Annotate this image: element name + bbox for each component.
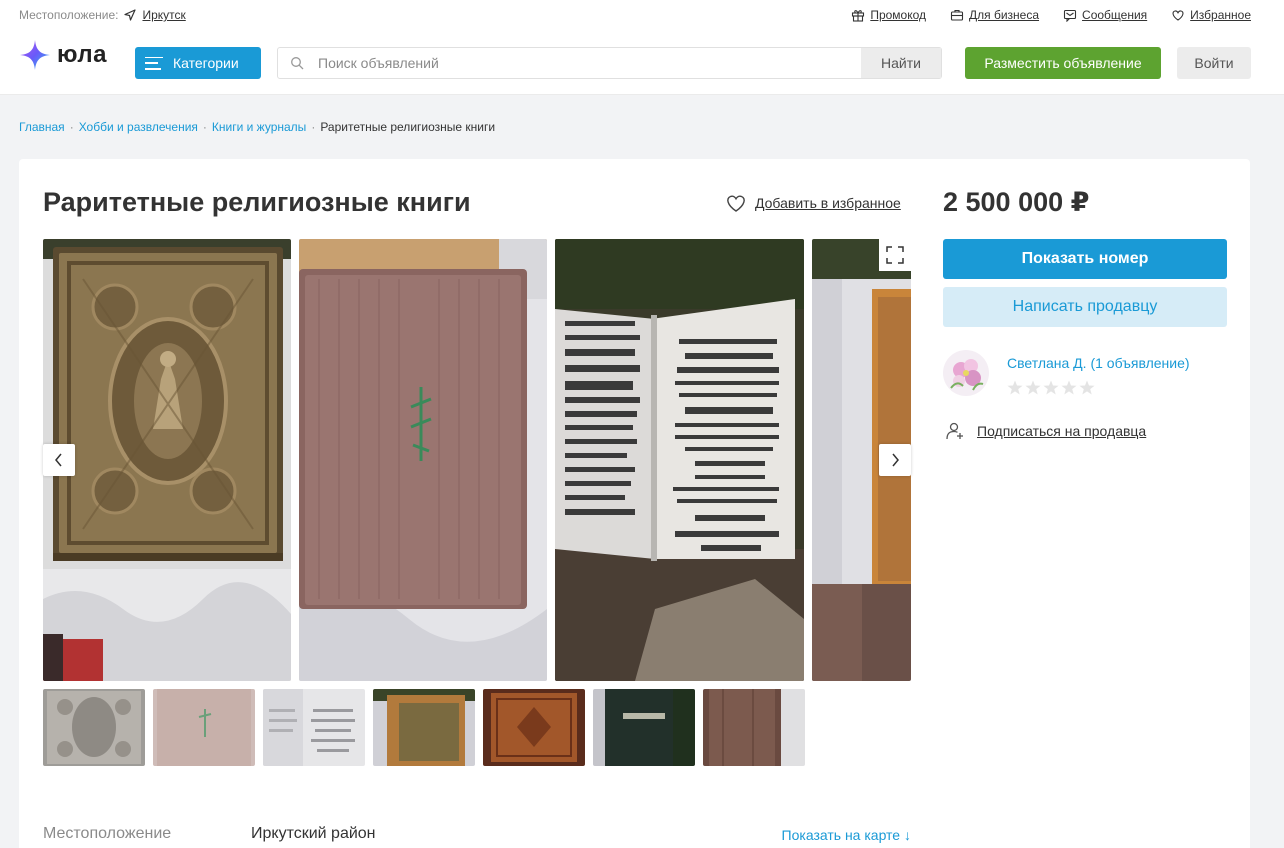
seller-rating xyxy=(1007,380,1095,395)
gallery-next-button[interactable] xyxy=(879,444,911,476)
avatar[interactable] xyxy=(943,350,989,396)
write-seller-button[interactable]: Написать продавцу xyxy=(943,287,1227,327)
expand-icon xyxy=(886,246,904,264)
heart-icon xyxy=(727,195,745,212)
breadcrumb-home[interactable]: Главная xyxy=(19,120,65,134)
business-label: Для бизнеса xyxy=(969,8,1040,22)
categories-label: Категории xyxy=(173,55,239,71)
thumbnail[interactable] xyxy=(483,689,585,766)
gift-icon xyxy=(852,10,865,22)
show-on-map-link[interactable]: Показать на карте ↓ xyxy=(782,827,911,843)
gallery-photo[interactable] xyxy=(555,239,804,681)
thumbnail[interactable] xyxy=(703,689,805,766)
favorites-label: Избранное xyxy=(1190,8,1251,22)
search-icon xyxy=(291,57,304,70)
chevron-right-icon xyxy=(892,453,899,467)
breadcrumb-hobby[interactable]: Хобби и развлечения xyxy=(79,120,198,134)
location-label: Местоположение xyxy=(43,825,172,842)
logo-text: юла xyxy=(57,41,107,68)
categories-button[interactable]: Категории xyxy=(135,47,261,79)
star-icon xyxy=(1043,380,1059,395)
breadcrumb-books[interactable]: Книги и журналы xyxy=(212,120,306,134)
subscribe-seller-button[interactable]: Подписаться на продавца xyxy=(945,421,1146,441)
chevron-left-icon xyxy=(55,453,62,467)
message-icon xyxy=(1063,9,1077,22)
search-bar: Найти xyxy=(277,47,942,79)
top-bar: Местоположение: Иркутск Промокод Для биз… xyxy=(0,0,1284,30)
search-button[interactable]: Найти xyxy=(861,48,941,78)
search-input[interactable] xyxy=(318,48,858,78)
photo-gallery[interactable] xyxy=(43,239,911,681)
logo[interactable]: юла xyxy=(19,39,107,71)
listing-card: Раритетные религиозные книги Добавить в … xyxy=(19,159,1250,848)
navigation-arrow-icon xyxy=(124,9,137,21)
briefcase-icon xyxy=(950,9,964,21)
gallery-prev-button[interactable] xyxy=(43,444,75,476)
show-number-button[interactable]: Показать номер xyxy=(943,239,1227,279)
thumbnail[interactable] xyxy=(373,689,475,766)
star-icon xyxy=(1079,380,1095,395)
heart-icon xyxy=(1172,10,1184,21)
location-label: Местоположение: xyxy=(19,8,119,22)
header: юла Категории Найти Разместить объявлени… xyxy=(0,30,1284,95)
star-icon xyxy=(1025,380,1041,395)
star-logo-icon xyxy=(20,40,50,70)
login-button[interactable]: Войти xyxy=(1177,47,1251,79)
thumbnail[interactable] xyxy=(153,689,255,766)
listing-price: 2 500 000 ₽ xyxy=(943,187,1090,217)
subscribe-label: Подписаться на продавца xyxy=(977,423,1147,439)
favorites-link[interactable]: Избранное xyxy=(1171,8,1251,22)
add-to-favorites-button[interactable]: Добавить в избранное xyxy=(725,193,901,213)
menu-icon xyxy=(145,56,163,70)
post-ad-button[interactable]: Разместить объявление xyxy=(965,47,1161,79)
messages-link[interactable]: Сообщения xyxy=(1063,8,1147,22)
top-links: Промокод Для бизнеса Сообщения Избранное xyxy=(851,8,1251,22)
add-to-favorites-label: Добавить в избранное xyxy=(755,195,901,211)
location-city-link[interactable]: Иркутск xyxy=(142,8,185,22)
promo-label: Промокод xyxy=(870,8,927,22)
seller-name-link[interactable]: Светлана Д. (1 объявление) xyxy=(1007,355,1190,371)
star-icon xyxy=(1061,380,1077,395)
gallery-photo[interactable] xyxy=(43,239,291,681)
business-link[interactable]: Для бизнеса xyxy=(950,8,1039,22)
location-value: Иркутский район xyxy=(251,825,376,842)
gallery-photo[interactable] xyxy=(299,239,547,681)
listing-title: Раритетные религиозные книги xyxy=(43,187,471,217)
fullscreen-button[interactable] xyxy=(879,239,911,271)
breadcrumb: Главная · Хобби и развлечения · Книги и жу… xyxy=(19,120,496,134)
promo-link[interactable]: Промокод xyxy=(851,8,926,22)
location-selector[interactable]: Местоположение: Иркутск xyxy=(19,8,186,22)
thumbnail[interactable] xyxy=(593,689,695,766)
messages-label: Сообщения xyxy=(1082,8,1148,22)
star-icon xyxy=(1007,380,1023,395)
user-plus-icon xyxy=(946,422,963,440)
breadcrumb-current: Раритетные религиозные книги xyxy=(320,120,496,134)
thumbnail-strip xyxy=(43,689,805,766)
thumbnail[interactable] xyxy=(263,689,365,766)
thumbnail[interactable] xyxy=(43,689,145,766)
